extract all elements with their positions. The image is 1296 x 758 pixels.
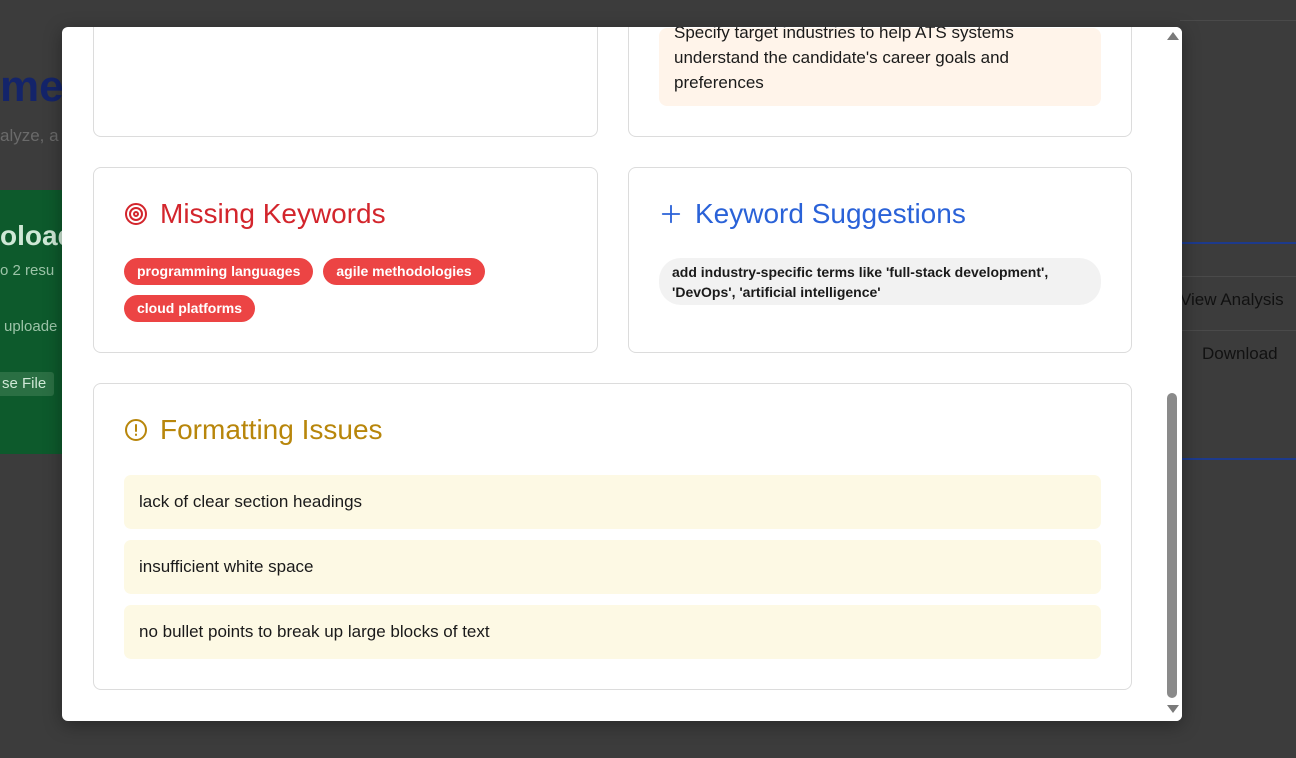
page-title: me <box>0 62 64 111</box>
alert-circle-icon <box>124 418 148 442</box>
missing-keywords-title: Missing Keywords <box>160 198 386 229</box>
keyword-suggestions-card: Keyword Suggestions add industry-specifi… <box>628 167 1132 353</box>
view-analysis-button[interactable]: View Analysis <box>1180 276 1296 323</box>
keyword-suggestions-heading: Keyword Suggestions <box>659 198 966 230</box>
scroll-down-arrow-icon[interactable] <box>1167 705 1179 713</box>
target-industries-text: Specify target industries to help ATS sy… <box>674 27 1014 92</box>
formatting-issue-item: insufficient white space <box>124 540 1101 594</box>
previous-card-left <box>93 27 598 137</box>
upload-panel-note: uploade <box>4 318 58 335</box>
plus-icon <box>659 202 683 226</box>
analysis-modal: Specify target industries to help ATS sy… <box>62 27 1182 721</box>
formatting-issues-card: Formatting Issues lack of clear section … <box>93 383 1132 690</box>
background-top-strip <box>1180 0 1296 21</box>
target-icon <box>124 202 148 226</box>
keyword-tag: cloud platforms <box>124 295 256 322</box>
previous-card-right: Specify target industries to help ATS sy… <box>628 27 1132 137</box>
upload-panel-subtitle: o 2 resu <box>0 262 55 279</box>
keyword-tag: programming languages <box>124 258 314 285</box>
formatting-issue-item: lack of clear section headings <box>124 475 1101 529</box>
missing-keywords-card: Missing Keywords programming languages a… <box>93 167 598 353</box>
formatting-issues-heading: Formatting Issues <box>124 414 383 446</box>
page-subtitle: alyze, a <box>0 126 59 145</box>
missing-keywords-heading: Missing Keywords <box>124 198 386 230</box>
scroll-up-arrow-icon[interactable] <box>1167 32 1179 40</box>
download-button[interactable]: Download <box>1180 330 1296 377</box>
keyword-suggestion-item: add industry-specific terms like 'full-s… <box>659 258 1101 305</box>
scrollbar-thumb[interactable] <box>1167 393 1177 698</box>
keyword-suggestions-title: Keyword Suggestions <box>695 198 966 229</box>
modal-scrollbar[interactable] <box>1164 27 1182 721</box>
formatting-issue-item: no bullet points to break up large block… <box>124 605 1101 659</box>
missing-keywords-tags: programming languages agile methodologie… <box>124 258 544 322</box>
keyword-tag: agile methodologies <box>323 258 485 285</box>
formatting-issues-title: Formatting Issues <box>160 414 383 445</box>
target-industries-suggestion: Specify target industries to help ATS sy… <box>659 27 1101 106</box>
choose-file-button[interactable]: se File <box>0 372 54 396</box>
